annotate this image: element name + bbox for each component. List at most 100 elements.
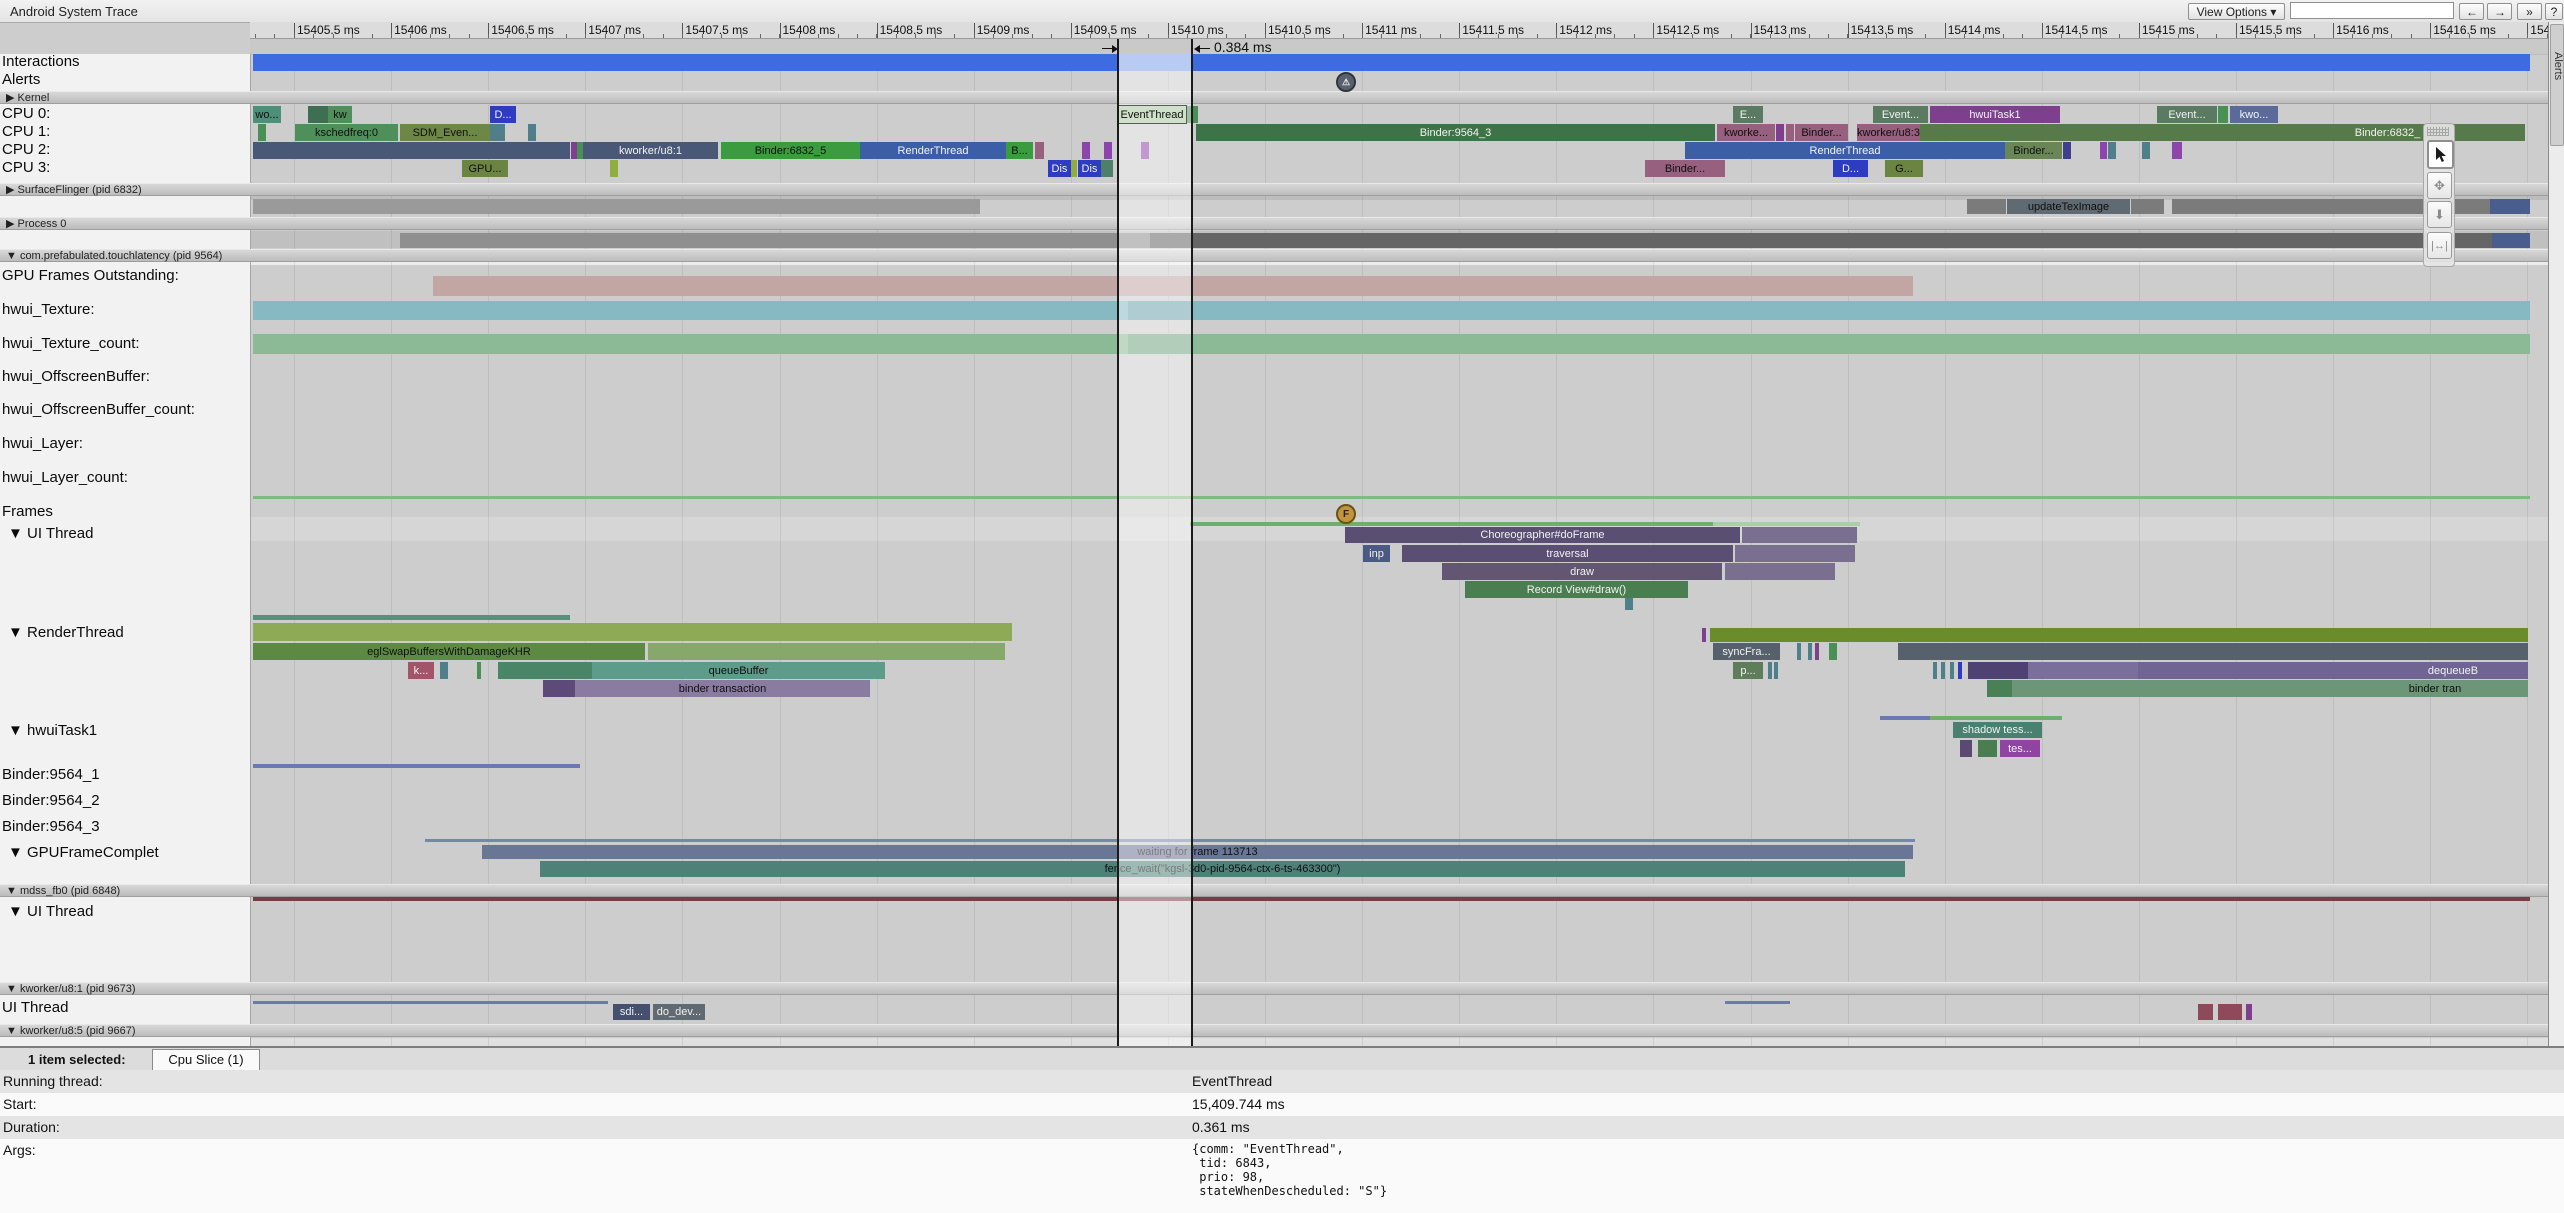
trace-slice-fragment[interactable] [1035,142,1044,159]
track-label[interactable]: CPU 0: [2,105,50,122]
trace-slice-fragment[interactable] [1880,716,1930,720]
selection-left-line[interactable] [1117,39,1119,1046]
track-label[interactable]: Binder:9564_2 [2,792,100,809]
trace-slice[interactable]: EventThread [1118,106,1186,123]
trace-slice[interactable]: Dis [1078,160,1101,177]
trace-slice[interactable]: inp [1363,545,1390,562]
trace-slice[interactable]: Event... [1873,106,1928,123]
trace-slice[interactable]: do_dev... [653,1004,705,1020]
trace-slice-fragment[interactable] [2172,142,2182,159]
selection-right-line[interactable] [1191,39,1193,1046]
trace-slice[interactable]: kwo... [2230,106,2278,123]
trace-slice-fragment[interactable] [253,1001,608,1004]
trace-slice[interactable]: Event... [2157,106,2217,123]
trace-slice-fragment[interactable] [253,764,580,768]
trace-slice[interactable]: B... [1006,142,1033,159]
trace-slice[interactable]: Choreographer#doFrame [1345,527,1740,543]
track-label[interactable]: CPU 1: [2,123,50,140]
trace-slice[interactable]: updateTexImage [2007,199,2130,214]
trace-slice-fragment[interactable] [1710,628,2528,642]
trace-slice[interactable]: Binder... [2005,142,2062,159]
process-header[interactable]: ▶ Kernel [0,91,2548,104]
track-label[interactable]: ▼ hwuiTask1 [8,722,97,739]
trace-slice-fragment[interactable] [1150,233,2492,248]
trace-slice-fragment[interactable] [2063,142,2071,159]
trace-slice[interactable]: D... [1833,160,1868,177]
trace-slice[interactable]: eglSwapBuffersWithDamageKHR [253,643,645,660]
trace-slice-fragment[interactable] [1920,124,2250,141]
track-label[interactable]: UI Thread [2,999,68,1016]
track-label[interactable]: hwui_Texture_count: [2,335,140,352]
trace-slice-fragment[interactable] [2246,1004,2252,1020]
track-label[interactable]: ▼ GPUFrameComplet [8,844,159,861]
trace-slice-fragment[interactable] [2198,1004,2213,1020]
trace-slice-fragment[interactable] [253,897,2530,901]
process-header[interactable]: ▼ kworker/u8:5 (pid 9667) [0,1024,2548,1037]
track-label[interactable]: Binder:9564_1 [2,766,100,783]
trace-slice-fragment[interactable] [2028,662,2138,679]
trace-slice-fragment[interactable] [1941,662,1945,679]
trace-slice[interactable]: traversal [1402,545,1733,562]
trace-slice-fragment[interactable] [1933,662,1937,679]
trace-slice-fragment[interactable] [1776,124,1784,141]
track-label[interactable]: Interactions [2,53,80,70]
trace-slice-fragment[interactable] [1930,716,2062,720]
trace-slice-fragment[interactable] [1978,740,1997,757]
trace-slice-fragment[interactable] [1735,545,1855,562]
trace-slice-fragment[interactable] [528,124,536,141]
trace-slice[interactable]: queueBuffer [592,662,885,679]
back-button[interactable]: ← [2459,3,2484,20]
trace-slice-fragment[interactable] [253,142,570,159]
trace-slice-fragment[interactable] [1768,662,1772,679]
trace-slice-fragment[interactable] [1898,643,2528,660]
track-label[interactable]: GPU Frames Outstanding: [2,267,179,284]
trace-slice-fragment[interactable] [1950,662,1954,679]
trace-slice-fragment[interactable] [253,54,2530,71]
trace-slice[interactable]: Binder... [1645,160,1725,177]
search-input[interactable] [2290,2,2454,19]
trace-slice-fragment[interactable] [2490,199,2530,214]
trace-slice-fragment[interactable] [308,106,328,123]
trace-slice[interactable]: draw [1442,563,1722,580]
track-label[interactable]: hwui_OffscreenBuffer: [2,368,150,385]
trace-slice[interactable]: E... [1733,106,1763,123]
trace-slice[interactable]: kworker/u8:3 [1857,124,1920,141]
trace-slice-fragment[interactable] [1968,662,2028,679]
trace-slice-fragment[interactable] [490,124,505,141]
track-label[interactable]: Alerts [2,71,40,88]
trace-slice[interactable]: waiting for frame 113713 [482,845,1913,859]
trace-slice[interactable]: Dis [1048,160,1071,177]
trace-slice-fragment[interactable] [1725,1001,1790,1004]
trace-slice-fragment[interactable] [253,615,570,620]
trace-slice[interactable]: shadow tess... [1953,722,2042,738]
trace-slice[interactable]: binder transaction [575,680,870,697]
process-header[interactable]: ▼ kworker/u8:1 (pid 9673) [0,982,2548,995]
trace-slice[interactable]: wo... [253,106,281,123]
trace-slice-fragment[interactable] [1725,563,1835,580]
view-options-button[interactable]: View Options ▾ [2188,3,2285,20]
trace-slice-fragment[interactable] [2012,680,2342,697]
track-label[interactable]: CPU 2: [2,141,50,158]
trace-slice-fragment[interactable] [253,496,2530,499]
fit-width-button[interactable]: |↔| [2427,232,2452,259]
trace-slice[interactable]: fence_wait("kgsl-3d0-pid-9564-ctx-6-ts-4… [540,861,1905,877]
pan-tool-button[interactable]: ✥ [2427,172,2452,199]
trace-slice[interactable]: RenderThread [1685,142,2005,159]
track-label[interactable]: ▼ UI Thread [8,525,93,542]
track-label[interactable]: hwui_Layer: [2,435,83,452]
process-header[interactable]: ▼ mdss_fb0 (pid 6848) [0,884,2548,897]
trace-slice-fragment[interactable] [1958,662,1962,679]
trace-slice-fragment[interactable] [253,334,2530,354]
trace-slice-fragment[interactable] [1742,527,1857,543]
trace-slice-fragment[interactable] [253,301,2530,320]
trace-slice[interactable]: Binder:9564_3 [1196,124,1715,141]
help-button[interactable]: ? [2545,3,2563,20]
trace-slice-fragment[interactable] [2131,199,2164,214]
trace-slice[interactable]: syncFra... [1713,643,1780,660]
overflow-chevrons-button[interactable]: » [2517,3,2542,20]
track-label[interactable]: CPU 3: [2,159,50,176]
trace-slice-fragment[interactable] [1987,680,2012,697]
trace-slice-fragment[interactable] [648,643,1005,660]
trace-slice[interactable]: Binder:6832_5 [721,142,860,159]
trace-slice-fragment[interactable] [258,124,266,141]
